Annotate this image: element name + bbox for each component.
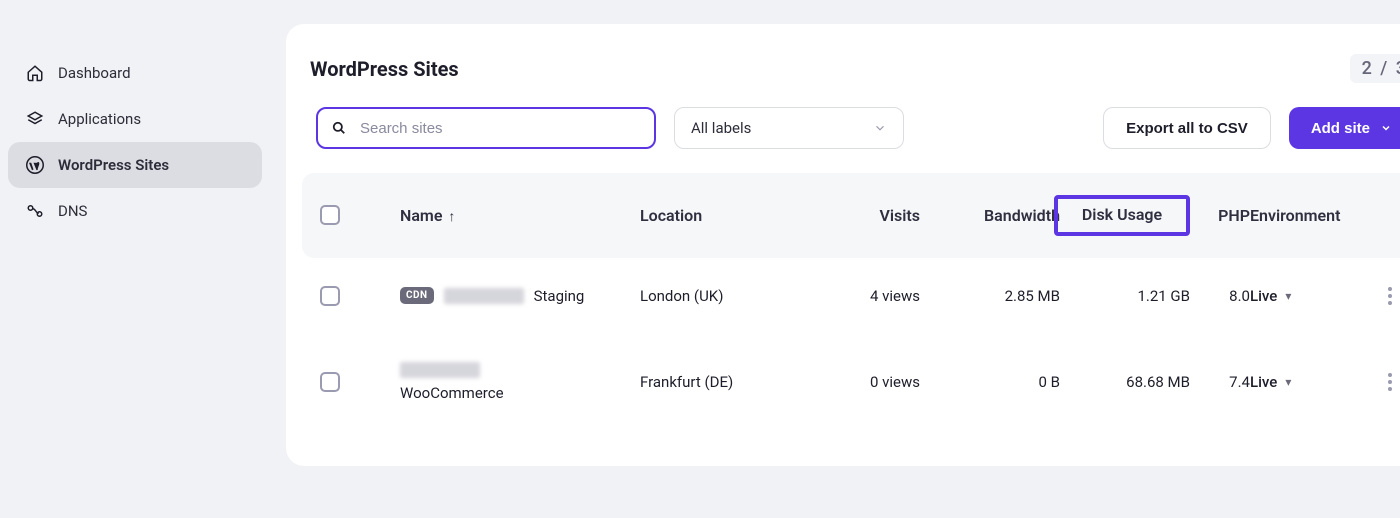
table-header: Name↑ Location Visits Bandwidth Disk Usa…: [302, 173, 1400, 258]
bandwidth-cell: 2.85 MB: [920, 287, 1060, 305]
php-cell: 8.0: [1190, 287, 1250, 305]
layers-icon: [26, 110, 44, 128]
chevron-down-icon: ▾: [1285, 375, 1291, 389]
col-environment[interactable]: Environment: [1250, 206, 1370, 225]
disk-usage-cell: 68.68 MB: [1060, 373, 1190, 391]
add-site-label: Add site: [1311, 120, 1370, 137]
wordpress-icon: [26, 156, 44, 174]
chevron-down-icon: [873, 121, 887, 135]
sidebar: Dashboard Applications WordPress Sites D…: [0, 0, 270, 518]
sidebar-item-label: Dashboard: [58, 64, 131, 82]
disk-usage-cell: 1.21 GB: [1060, 287, 1190, 305]
export-csv-button[interactable]: Export all to CSV: [1103, 107, 1271, 149]
col-name[interactable]: Name↑: [400, 206, 640, 225]
site-name-cell[interactable]: CDN Staging: [400, 287, 640, 305]
col-bandwidth[interactable]: Bandwidth: [920, 206, 1060, 225]
location-cell: Frankfurt (DE): [640, 373, 800, 391]
row-checkbox[interactable]: [320, 372, 340, 392]
col-php[interactable]: PHP: [1190, 206, 1250, 225]
sidebar-item-dns[interactable]: DNS: [8, 188, 262, 234]
col-location[interactable]: Location: [640, 206, 800, 225]
page-counter: 2 / 3: [1350, 54, 1400, 83]
site-name-cell[interactable]: WooCommerce: [400, 362, 640, 402]
col-visits[interactable]: Visits: [800, 206, 920, 225]
sidebar-item-label: DNS: [58, 202, 87, 220]
row-checkbox[interactable]: [320, 286, 340, 306]
sort-arrow-up-icon: ↑: [448, 209, 455, 225]
environment-select[interactable]: Live ▾: [1250, 373, 1370, 391]
card-header: WordPress Sites 2 / 3: [302, 54, 1400, 107]
dns-icon: [26, 202, 44, 220]
cdn-badge: CDN: [400, 287, 434, 304]
table-row: CDN Staging London (UK) 4 views 2.85 MB …: [302, 258, 1400, 334]
sidebar-item-applications[interactable]: Applications: [8, 96, 262, 142]
environment-select[interactable]: Live ▾: [1250, 287, 1370, 305]
sidebar-item-dashboard[interactable]: Dashboard: [8, 50, 262, 96]
table-row: WooCommerce Frankfurt (DE) 0 views 0 B 6…: [302, 334, 1400, 430]
sidebar-item-wordpress-sites[interactable]: WordPress Sites: [8, 142, 262, 188]
labels-filter-select[interactable]: All labels: [674, 107, 904, 149]
labels-filter-value: All labels: [691, 119, 751, 137]
chevron-down-icon: [1380, 122, 1392, 134]
sidebar-item-label: WordPress Sites: [58, 156, 169, 174]
main: WordPress Sites 2 / 3 All labels Export …: [270, 0, 1400, 518]
search-icon: [332, 121, 346, 135]
redacted-name: [400, 362, 480, 378]
content-card: WordPress Sites 2 / 3 All labels Export …: [286, 24, 1400, 466]
home-icon: [26, 64, 44, 82]
row-actions-menu[interactable]: [1370, 287, 1400, 305]
search-input[interactable]: [316, 107, 656, 149]
export-csv-label: Export all to CSV: [1126, 120, 1248, 137]
search-wrap: [316, 107, 656, 149]
chevron-down-icon: ▾: [1285, 289, 1291, 303]
php-cell: 7.4: [1190, 373, 1250, 391]
page-title: WordPress Sites: [310, 57, 459, 81]
col-disk-usage[interactable]: Disk Usage: [1060, 195, 1190, 236]
visits-cell: 0 views: [800, 373, 920, 391]
select-all-checkbox[interactable]: [320, 205, 340, 225]
add-site-button[interactable]: Add site: [1289, 107, 1400, 149]
redacted-name: [444, 288, 524, 304]
sidebar-item-label: Applications: [58, 110, 141, 128]
visits-cell: 4 views: [800, 287, 920, 305]
highlight-disk-usage: Disk Usage: [1054, 195, 1190, 236]
site-name-suffix: WooCommerce: [400, 384, 504, 402]
location-cell: London (UK): [640, 287, 800, 305]
site-name-suffix: Staging: [534, 287, 585, 305]
toolbar: All labels Export all to CSV Add site: [302, 107, 1400, 173]
bandwidth-cell: 0 B: [920, 373, 1060, 391]
row-actions-menu[interactable]: [1370, 373, 1400, 391]
